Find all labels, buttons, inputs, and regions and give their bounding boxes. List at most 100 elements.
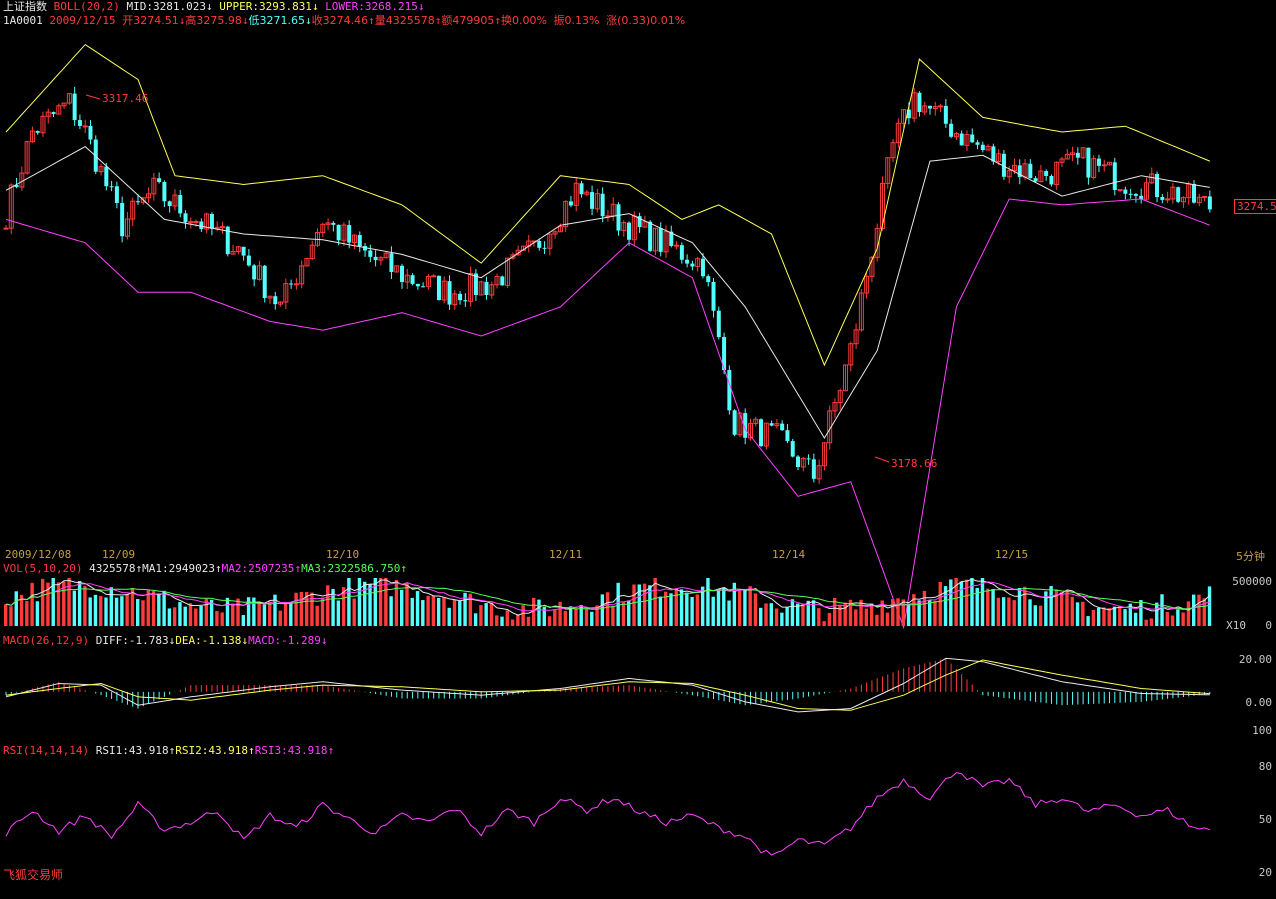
volume-bar bbox=[172, 607, 177, 626]
volume-bar bbox=[268, 601, 272, 626]
rsi-header: RSI(14,14,14) RSI1:43.918↑RSI2:43.918↑RS… bbox=[3, 744, 335, 757]
boll-label[interactable]: BOLL(20,2) bbox=[54, 0, 120, 13]
volume-bar bbox=[986, 588, 990, 626]
macd-header: MACD(26,12,9) DIFF:-1.783↓DEA:-1.138↓MAC… bbox=[3, 634, 328, 647]
volume-bar bbox=[801, 603, 805, 626]
volume-bar bbox=[136, 599, 140, 626]
volume-bar bbox=[421, 600, 425, 626]
candle-body bbox=[389, 253, 394, 272]
volume-bar bbox=[484, 603, 488, 626]
volume-bar bbox=[442, 597, 446, 626]
macd-dea-value: DEA:-1.138 bbox=[175, 634, 242, 647]
candle-body bbox=[732, 410, 737, 435]
volume-bar bbox=[896, 598, 900, 626]
volume-bar bbox=[1186, 601, 1191, 626]
volume-bar bbox=[9, 606, 13, 626]
volume-bar bbox=[1012, 600, 1016, 626]
volume-bar bbox=[157, 593, 161, 626]
candle-body bbox=[600, 193, 605, 217]
volume-bar bbox=[1170, 615, 1175, 626]
candle-body bbox=[537, 240, 542, 248]
boll-header: 上证指数 BOLL(20,2) MID:3281.023↓ UPPER:3293… bbox=[3, 0, 425, 13]
volume-bar bbox=[690, 596, 694, 626]
volume-bar bbox=[547, 616, 552, 626]
volume-bar bbox=[516, 614, 520, 626]
quote-high: 高3275.98 bbox=[185, 14, 242, 27]
volume-bar bbox=[1144, 619, 1148, 626]
candle-body bbox=[82, 125, 88, 128]
volume-bar bbox=[220, 612, 224, 626]
macd-axis-top: 20.00 bbox=[1238, 653, 1272, 666]
candle-body bbox=[77, 120, 82, 126]
candle-body bbox=[980, 144, 985, 151]
candle-body bbox=[157, 178, 162, 183]
candle-body bbox=[104, 166, 109, 187]
macd-diff-line bbox=[5, 657, 1210, 713]
volume-bar bbox=[104, 597, 108, 626]
candle-body bbox=[188, 221, 194, 224]
candle-body bbox=[542, 247, 547, 249]
volume-bar bbox=[827, 612, 832, 626]
volume-bar bbox=[141, 600, 145, 626]
volume-bar bbox=[727, 600, 731, 626]
volume-bar bbox=[938, 581, 942, 626]
candle-body bbox=[331, 222, 336, 225]
volume-bar bbox=[885, 612, 890, 626]
volume-bar bbox=[1176, 609, 1180, 626]
volume-bar bbox=[964, 579, 969, 626]
candlestick-series bbox=[3, 86, 1212, 484]
volume-bar bbox=[743, 590, 747, 626]
stock-chart-canvas[interactable] bbox=[0, 0, 1276, 899]
volume-bar bbox=[183, 606, 187, 626]
volume-label[interactable]: VOL(5,10,20) bbox=[3, 562, 82, 575]
volume-bar bbox=[753, 593, 758, 626]
candle-body bbox=[1176, 187, 1181, 202]
volume-bar bbox=[1096, 607, 1101, 626]
candle-body bbox=[648, 221, 653, 251]
volume-value: 4325578 bbox=[89, 562, 136, 575]
candle-body bbox=[1192, 183, 1196, 203]
quote-change: 涨(0.33)0.01% bbox=[606, 14, 686, 27]
volume-bar bbox=[653, 578, 657, 626]
volume-bar bbox=[854, 609, 858, 626]
volume-bar bbox=[785, 607, 789, 626]
candle-body bbox=[458, 293, 463, 301]
security-code: 1A0001 bbox=[3, 14, 43, 27]
rsi1-value: RSI1:43.918 bbox=[95, 744, 169, 757]
volume-bar bbox=[521, 605, 525, 626]
volume-bar bbox=[1049, 586, 1053, 626]
date-label-6: 12/15 bbox=[995, 548, 1029, 561]
volume-bar bbox=[352, 598, 356, 626]
rsi-label[interactable]: RSI(14,14,14) bbox=[3, 744, 89, 757]
volume-bar bbox=[1202, 598, 1206, 626]
candle-body bbox=[114, 186, 119, 203]
volume-bar bbox=[737, 589, 742, 626]
volume-bar bbox=[1133, 612, 1138, 626]
rsi3-value: RSI3:43.918 bbox=[254, 744, 328, 757]
volume-bar bbox=[246, 597, 251, 626]
index-name: 上证指数 bbox=[3, 0, 47, 13]
volume-bar bbox=[72, 590, 77, 626]
volume-bar bbox=[373, 578, 377, 626]
volume-bar bbox=[869, 603, 874, 626]
volume-bar bbox=[949, 579, 953, 626]
volume-bar bbox=[431, 595, 436, 626]
macd-label[interactable]: MACD(26,12,9) bbox=[3, 634, 89, 647]
period-selector[interactable]: 5分钟 bbox=[1236, 548, 1265, 564]
volume-bar bbox=[215, 610, 219, 626]
candle-body bbox=[1117, 189, 1123, 192]
volume-bar bbox=[1017, 588, 1022, 626]
volume-bar bbox=[1075, 602, 1080, 626]
candle-body bbox=[627, 222, 632, 240]
candle-body bbox=[109, 186, 114, 188]
volume-bar bbox=[669, 593, 673, 626]
candle-body bbox=[1049, 175, 1054, 185]
volume-bar bbox=[30, 582, 34, 626]
volume-bar bbox=[167, 608, 172, 626]
candle-body bbox=[616, 204, 621, 231]
candle-body bbox=[51, 112, 56, 115]
candle-body bbox=[431, 275, 437, 278]
candle-body bbox=[1165, 198, 1171, 201]
volume-bar bbox=[632, 584, 636, 626]
volume-bar bbox=[722, 587, 726, 626]
